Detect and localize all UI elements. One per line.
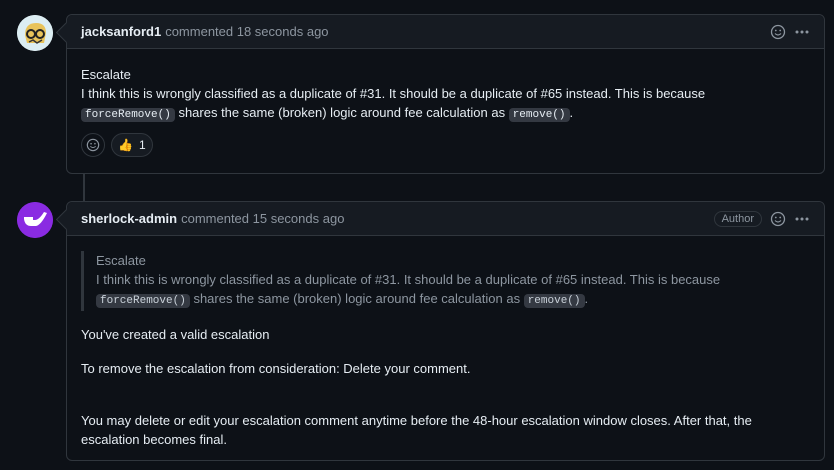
avatar-sherlock-admin[interactable] [17,202,53,238]
timeline-connector [83,172,85,202]
quote-text-line: forceRemove() shares the same (broken) l… [96,289,810,311]
inline-code: remove() [523,294,585,308]
comment-body: Escalate I think this is wrongly classif… [67,251,824,449]
inline-code: remove() [508,108,570,122]
comment-author[interactable]: jacksanford1 [81,24,161,39]
comment-header: sherlock-admin commented 15 seconds ago … [67,202,824,236]
reactions-bar: 👍 1 [81,133,810,157]
comment-text-line: forceRemove() shares the same (broken) l… [81,103,810,125]
thumbs-up-icon: 👍 [118,137,133,152]
comment-author[interactable]: sherlock-admin [81,211,177,226]
comment-text-line: Escalate [81,67,131,82]
comment-header: jacksanford1 commented 18 seconds ago [67,15,824,49]
comment-paragraph: You may delete or edit your escalation c… [81,413,752,447]
reaction-count: 1 [138,137,146,152]
quote-text: shares the same (broken) logic around fe… [189,291,524,306]
comment-body: Escalate I think this is wrongly classif… [67,49,824,157]
author-badge: Author [713,210,762,227]
comment-timestamp[interactable]: commented 18 seconds ago [165,24,328,39]
smiley-icon [86,138,100,152]
comment-text-line: I think this is wrongly classified as a … [81,86,706,101]
comment-text: . [569,105,574,120]
quote-text-line: Escalate [96,253,146,268]
quote-text: . [584,291,589,306]
inline-code: forceRemove() [96,294,190,308]
inline-code: forceRemove() [81,108,175,122]
quote-text-line: I think this is wrongly classified as a … [96,272,721,287]
avatar-jacksanford1[interactable] [17,15,53,51]
kebab-menu-icon[interactable] [794,211,810,227]
comment-text: shares the same (broken) logic around fe… [174,105,509,120]
add-reaction-icon[interactable] [770,211,786,227]
comment-card-jacksanford1: jacksanford1 commented 18 seconds ago Es… [66,14,825,174]
kebab-menu-icon[interactable] [794,24,810,40]
comment-paragraph: To remove the escalation from considerat… [81,361,471,376]
comment-paragraph: You've created a valid escalation [81,327,270,342]
add-reaction-icon[interactable] [770,24,786,40]
comment-timestamp[interactable]: commented 15 seconds ago [181,211,344,226]
comment-card-sherlock-admin: sherlock-admin commented 15 seconds ago … [66,201,825,461]
thumbs-up-reaction[interactable]: 👍 1 [111,133,153,157]
add-reaction-button[interactable] [81,133,105,157]
blockquote: Escalate I think this is wrongly classif… [81,251,810,311]
